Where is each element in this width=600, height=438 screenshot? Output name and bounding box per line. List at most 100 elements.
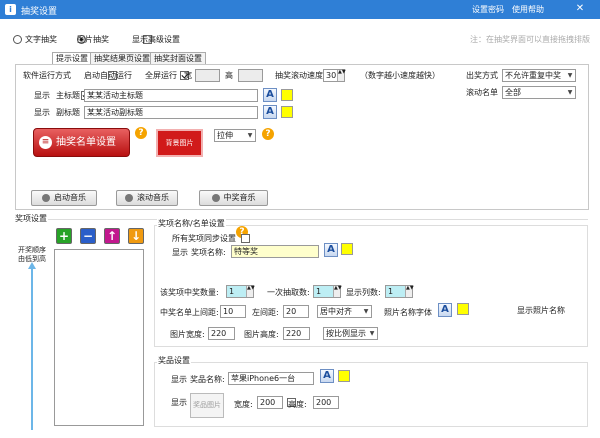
prize-name-font-button[interactable]: A — [324, 243, 338, 257]
goods-width-input[interactable]: 200 — [257, 396, 283, 409]
photo-font-button[interactable]: A — [438, 303, 452, 317]
sync-all-label: 所有奖项同步设置 — [172, 234, 236, 243]
img-height-input[interactable]: 220 — [283, 327, 310, 340]
show-photo-name-label: 显示照片名称 — [517, 306, 565, 315]
count-stepper[interactable]: 1 ▲▼ — [226, 285, 255, 298]
scale-value: 按比例显示 — [326, 329, 366, 338]
width-label: 宽 — [184, 71, 192, 80]
subtitle-font-button[interactable]: A — [263, 105, 277, 119]
show-title-label: 显示 — [34, 91, 50, 100]
speed-stepper[interactable]: 30 ▲▼ — [323, 69, 346, 82]
spin-arrows-icon[interactable]: ▲▼ — [337, 70, 346, 81]
goods-name-label: 奖品名称: — [190, 375, 225, 384]
goods-name-input[interactable]: 苹果iPhone6一台 — [228, 372, 314, 385]
move-down-icon[interactable]: ↓ — [128, 228, 144, 244]
goods-name-color-swatch[interactable] — [338, 370, 350, 382]
cols-stepper[interactable]: 1 ▲▼ — [385, 285, 414, 298]
set-password-link[interactable]: 设置密码 — [472, 4, 504, 15]
prize-name-input[interactable]: 特等奖 — [231, 245, 319, 258]
prize-name-group-title: 奖项名称/名单设置 — [157, 218, 226, 229]
speed-label: 抽奖滚动速度 — [275, 71, 323, 80]
left-margin-input[interactable]: 20 — [283, 305, 309, 318]
subtitle-input[interactable]: 某某活动副标题 — [84, 106, 258, 119]
show-advanced-label: 显示高级设置 — [132, 35, 180, 44]
add-prize-icon[interactable]: + — [56, 228, 72, 244]
cols-value: 1 — [388, 287, 394, 296]
out-mode-value: 不允许重复中奖 — [505, 71, 561, 80]
scroll-list-select[interactable]: 全部 ▼ — [502, 86, 576, 99]
scroll-list-label: 滚动名单 — [466, 88, 498, 97]
img-width-input[interactable]: 220 — [208, 327, 235, 340]
startup-music-label: 启动音乐 — [54, 193, 86, 202]
image-draw-label: 图片抽奖 — [77, 35, 109, 44]
title-bar: i 抽奖设置 设置密码 使用帮助 ✕ — [0, 0, 600, 19]
show-goods-image-label: 显示 — [171, 398, 187, 407]
once-stepper[interactable]: 1 ▲▼ — [313, 285, 342, 298]
goods-height-input[interactable]: 200 — [313, 396, 339, 409]
count-value: 1 — [229, 287, 235, 296]
spin-arrows-icon[interactable]: ▲▼ — [333, 286, 342, 297]
title-label: 主标题 — [56, 91, 80, 100]
prize-list-box[interactable] — [54, 249, 144, 426]
img-height-label: 图片高度: — [244, 330, 279, 339]
photo-font-label: 照片名称字体 — [384, 308, 432, 317]
height-input[interactable] — [238, 69, 263, 82]
stretch-select[interactable]: 拉伸 ▼ — [214, 129, 256, 142]
left-margin-label: 左间距: — [252, 308, 279, 317]
fullscreen-label: 全屏运行 — [145, 71, 177, 80]
list-icon: ≡ — [39, 136, 52, 149]
chevron-down-icon: ▼ — [363, 308, 369, 315]
arrow-up-icon — [28, 262, 36, 269]
photo-color-swatch[interactable] — [457, 303, 469, 315]
out-mode-select[interactable]: 不允许重复中奖 ▼ — [502, 69, 576, 82]
close-icon[interactable]: ✕ — [573, 3, 587, 15]
title-color-swatch[interactable] — [281, 89, 293, 101]
scale-select[interactable]: 按比例显示 ▼ — [323, 327, 378, 340]
once-value: 1 — [316, 287, 322, 296]
drag-note: 注：在抽奖界面可以直接拖拽排版 — [470, 35, 590, 44]
goods-group-title: 奖品设置 — [157, 355, 191, 366]
title-input[interactable]: 某某活动主标题 — [84, 89, 258, 102]
sync-all-checkbox[interactable] — [240, 234, 250, 243]
run-mode-label: 软件运行方式 — [23, 71, 71, 80]
speaker-icon — [42, 193, 50, 202]
scroll-list-value: 全部 — [505, 88, 521, 97]
chevron-down-icon: ▼ — [567, 89, 573, 96]
width-input[interactable] — [195, 69, 220, 82]
prize-name-color-swatch[interactable] — [341, 243, 353, 255]
title-font-button[interactable]: A — [263, 88, 277, 102]
img-width-label: 图片宽度: — [170, 330, 205, 339]
show-goods-name-label: 显示 — [171, 375, 187, 384]
speaker-icon — [211, 193, 220, 202]
subtitle-color-swatch[interactable] — [281, 106, 293, 118]
prize-section-title: 奖项设置 — [15, 214, 47, 223]
chevron-down-icon: ▼ — [247, 132, 253, 139]
spin-arrows-icon[interactable]: ▲▼ — [405, 286, 414, 297]
speed-hint: （数字越小速度越快） — [360, 71, 440, 80]
move-up-icon[interactable]: ↑ — [104, 228, 120, 244]
top-margin-input[interactable]: 10 — [220, 305, 246, 318]
app-icon: i — [5, 4, 16, 15]
remove-prize-icon[interactable]: − — [80, 228, 96, 244]
background-image-button[interactable]: 背景图片 — [156, 129, 203, 157]
count-label: 该奖项中奖数量: — [160, 288, 219, 297]
scroll-music-button[interactable]: 滚动音乐 — [116, 190, 178, 206]
help-link[interactable]: 使用帮助 — [512, 4, 544, 15]
goods-name-font-button[interactable]: A — [320, 369, 334, 383]
text-draw-label: 文字抽奖 — [25, 35, 57, 44]
height-label: 高 — [225, 71, 233, 80]
spin-arrows-icon[interactable]: ▲▼ — [246, 286, 255, 297]
text-draw-radio[interactable] — [13, 35, 22, 44]
help-icon[interactable]: ? — [262, 128, 274, 140]
win-music-button[interactable]: 中奖音乐 — [199, 190, 268, 206]
align-select[interactable]: 居中对齐 ▼ — [317, 305, 372, 318]
prize-list-button[interactable]: ≡ 抽奖名单设置 — [33, 128, 130, 157]
show-prize-name-label: 显示 — [172, 248, 188, 257]
help-icon[interactable]: ? — [135, 127, 147, 139]
startup-music-button[interactable]: 启动音乐 — [31, 190, 97, 206]
out-mode-label: 出奖方式 — [466, 71, 498, 80]
goods-image-button[interactable]: 奖品图片 — [190, 393, 224, 418]
auto-run-label: 启动自动运行 — [84, 71, 132, 80]
prize-name-label: 奖项名称: — [191, 248, 226, 257]
show-subtitle-label: 显示 — [34, 108, 50, 117]
